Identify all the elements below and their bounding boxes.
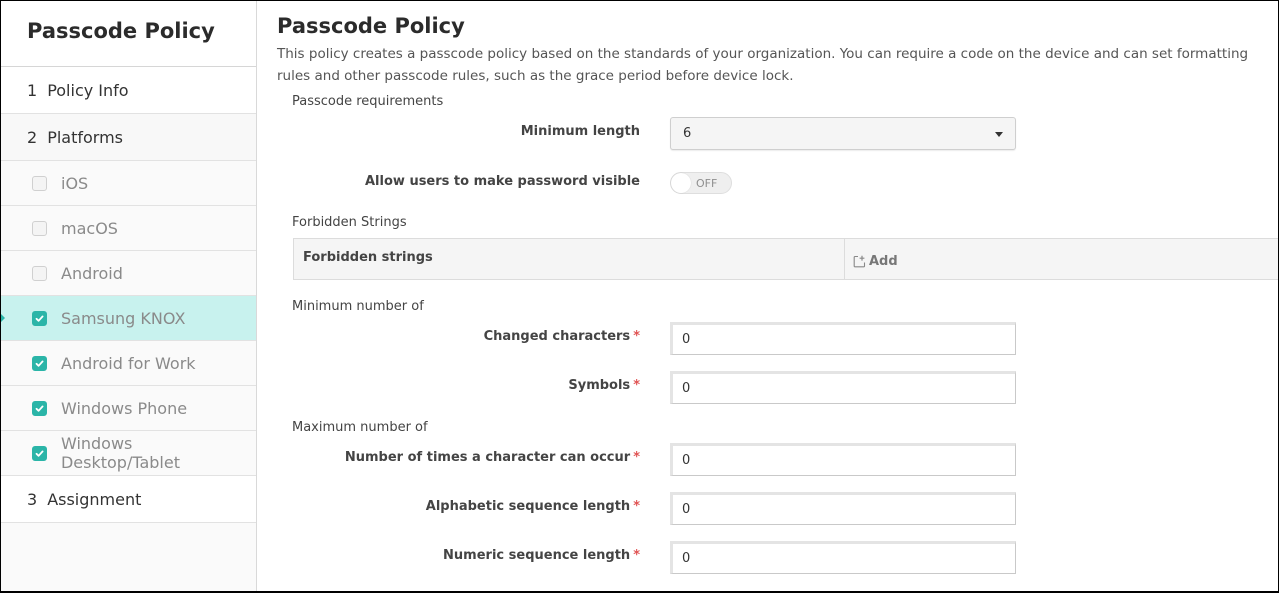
required-marker: * [633,499,640,514]
sidebar-step-platforms[interactable]: 2 Platforms [1,114,256,161]
platform-label: Android for Work [61,353,196,373]
sidebar-platform-windows-phone[interactable]: Windows Phone [1,386,256,431]
character-occurrence-label: Number of times a character can occur * [240,450,640,465]
toggle-knob [671,173,691,193]
add-label: Add [869,253,898,269]
platform-checkbox[interactable] [32,265,47,281]
add-forbidden-string-button[interactable]: Add [845,239,898,279]
checkmark-icon [35,405,44,412]
section-passcode-requirements: Passcode requirements [292,94,444,109]
alphabetic-sequence-label: Alphabetic sequence length * [240,499,640,514]
platform-checkbox[interactable] [32,400,47,416]
platform-label: Windows Phone [61,398,188,418]
active-indicator-arrow-icon [1,313,5,323]
main-content: Passcode Policy This policy creates a pa… [258,1,1278,591]
label-text: Number of times a character can occur [344,450,631,465]
character-occurrence-input[interactable] [670,443,1016,476]
platform-label: Windows Desktop/Tablet [60,434,180,472]
label-text: Numeric sequence length [443,548,631,563]
platform-checkbox[interactable] [32,355,47,371]
step-number: 3 [27,489,38,509]
password-visible-label: Allow users to make password visible [365,174,640,189]
step-label: Policy Info [47,80,129,100]
numeric-sequence-input[interactable] [670,541,1016,574]
section-maximum-number-of: Maximum number of [292,420,428,435]
label-text: Symbols [568,378,631,393]
sidebar-platform-android[interactable]: Android [1,251,256,296]
sidebar: Passcode Policy 1 Policy Info 2 Platform… [1,1,257,591]
sidebar-platform-android-for-work[interactable]: Android for Work [1,341,256,386]
toggle-state-label: OFF [696,176,718,190]
sidebar-platform-samsung-knox[interactable]: Samsung KNOX [1,296,256,341]
password-visible-toggle[interactable]: OFF [670,172,732,194]
app-window: Passcode Policy 1 Policy Info 2 Platform… [1,1,1278,591]
sidebar-platform-ios[interactable]: iOS [1,161,256,206]
minimum-length-value: 6 [683,126,692,141]
chevron-down-icon [995,132,1003,137]
sidebar-step-policy-info[interactable]: 1 Policy Info [1,67,256,114]
section-forbidden-strings: Forbidden Strings [292,215,407,230]
sidebar-platform-macos[interactable]: macOS [1,206,256,251]
platform-label: macOS [61,218,118,238]
step-label: Assignment [47,489,142,509]
label-text: Changed characters [483,329,631,344]
step-number: 2 [27,127,38,147]
required-marker: * [633,378,640,393]
changed-characters-input[interactable] [670,322,1016,355]
checkmark-icon [35,360,44,367]
checkmark-icon [35,315,44,322]
minimum-length-select[interactable]: 6 [670,117,1016,150]
label-text: Alphabetic sequence length [425,499,631,514]
page-description: This policy creates a passcode policy ba… [277,46,1249,84]
forbidden-strings-column-header: Forbidden strings [294,239,845,279]
required-marker: * [633,450,640,465]
platform-checkbox[interactable] [32,310,47,326]
step-number: 1 [27,80,38,100]
forbidden-strings-table: Forbidden strings Add [293,238,1278,280]
symbols-input[interactable] [670,371,1016,404]
platform-label: iOS [61,173,89,193]
step-label: Platforms [47,127,123,147]
platform-label: Samsung KNOX [61,308,186,328]
section-minimum-number-of: Minimum number of [292,299,424,314]
sidebar-step-assignment[interactable]: 3 Assignment [1,476,256,523]
alphabetic-sequence-input[interactable] [670,492,1016,525]
changed-characters-label: Changed characters * [240,329,640,344]
platform-checkbox[interactable] [32,445,47,461]
platform-checkbox[interactable] [32,175,47,191]
sidebar-platform-windows-desktop-tablet[interactable]: Windows Desktop/Tablet [1,431,256,476]
numeric-sequence-label: Numeric sequence length * [240,548,640,563]
required-marker: * [633,548,640,563]
sidebar-title: Passcode Policy [1,1,256,67]
platform-label: Android [61,263,123,283]
add-icon [853,255,866,267]
page-title: Passcode Policy [277,14,465,38]
checkmark-icon [35,450,44,457]
symbols-label: Symbols * [240,378,640,393]
platform-checkbox[interactable] [32,220,47,236]
required-marker: * [633,329,640,344]
minimum-length-label: Minimum length [520,124,640,139]
